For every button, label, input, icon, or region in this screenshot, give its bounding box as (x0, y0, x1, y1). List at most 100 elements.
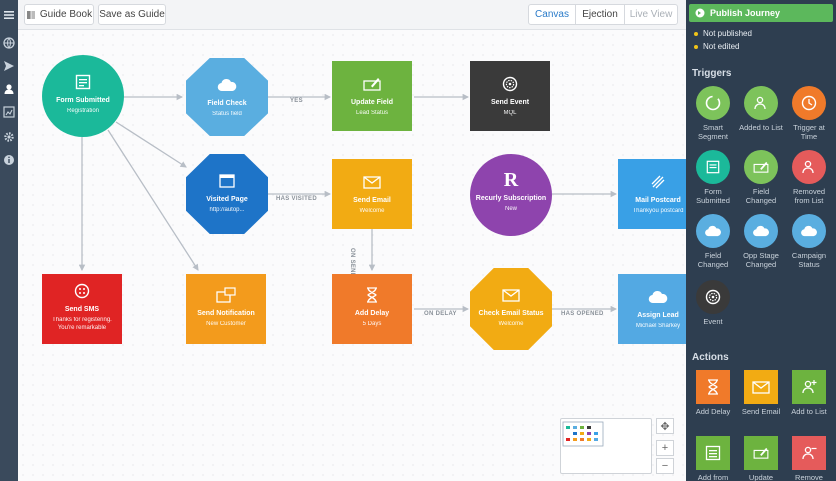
guide-book-button[interactable]: Guide Book (24, 4, 94, 25)
trigger-event[interactable]: Event (691, 280, 735, 326)
tab-live-view[interactable]: Live View (624, 4, 678, 25)
node-title: Field Check (207, 100, 247, 107)
node-check-email-status[interactable]: Check Email Status Welcome (470, 268, 552, 350)
node-title: Send Notification (197, 310, 255, 317)
gear-icon[interactable] (2, 130, 16, 144)
globe-icon[interactable] (2, 36, 16, 50)
node-subtitle: MQL (503, 110, 517, 116)
trigger-added-to-list[interactable]: Added to List (739, 86, 783, 132)
tile-label: Add Delay (695, 407, 731, 416)
zoom-out-button[interactable]: − (656, 458, 674, 474)
hourglass-icon (367, 287, 377, 303)
journey-canvas[interactable]: YES HAS VISITED ON SEND ON DELAY HAS OPE… (18, 30, 686, 481)
chart-icon[interactable] (2, 105, 16, 119)
trigger-sf-field-changed[interactable]: Field Changed (691, 214, 735, 269)
trigger-campaign-status[interactable]: Campaign Status (787, 214, 831, 269)
action-add-to-list[interactable]: Add to List (787, 370, 831, 416)
trigger-smart-segment[interactable]: Smart Segment (691, 86, 735, 141)
actions-title: Actions (692, 352, 729, 363)
list-icon (705, 445, 721, 461)
notification-icon (216, 287, 236, 303)
tab-ejection[interactable]: Ejection (575, 4, 625, 25)
trigger-form-submitted[interactable]: Form Submitted (691, 150, 735, 205)
trigger-removed-from-list[interactable]: Removed from List (787, 150, 831, 205)
node-mail-postcard[interactable]: Mail Postcard Thankyou postcard (618, 159, 686, 229)
edge-label-on-delay: ON DELAY (424, 311, 457, 317)
pan-icon[interactable]: ✥ (656, 418, 674, 434)
node-field-check[interactable]: Field Check Status field (186, 58, 268, 136)
tile-label: Removed from List (792, 187, 826, 205)
node-visited-page[interactable]: Visited Page http://autop... (186, 154, 268, 234)
node-assign-lead[interactable]: Assign Lead Michael Sharkey (618, 274, 686, 344)
tab-canvas[interactable]: Canvas (528, 4, 576, 25)
zoom-in-button[interactable]: + (656, 440, 674, 456)
guide-book-label: Guide Book (39, 9, 93, 20)
action-add-delay[interactable]: Add Delay (691, 370, 735, 416)
node-send-event[interactable]: Send Event MQL (470, 61, 550, 131)
node-update-field[interactable]: Update Field Lead Status (332, 61, 412, 131)
tile-label: Trigger at Time (793, 123, 825, 141)
cloud-icon (753, 225, 769, 237)
triggers-title: Triggers (692, 68, 732, 79)
user-remove-icon (802, 160, 814, 174)
trigger-field-changed[interactable]: Field Changed (739, 150, 783, 205)
action-update[interactable]: Update (739, 436, 783, 481)
node-subtitle: Thanks for registering. You're remarkabl… (52, 317, 112, 331)
tile-label: Campaign Status (791, 251, 827, 269)
publish-journey-label: Publish Journey (710, 8, 781, 18)
mail-icon (502, 288, 520, 302)
action-send-email[interactable]: Send Email (739, 370, 783, 416)
minimap[interactable] (560, 418, 652, 474)
node-title: Add Delay (354, 310, 390, 317)
book-icon (26, 10, 35, 19)
node-title: Send Email (353, 197, 391, 204)
connector (107, 129, 199, 271)
edit-icon (363, 78, 381, 91)
user-icon[interactable] (2, 82, 16, 96)
action-remove[interactable]: Remove (787, 436, 831, 481)
node-subtitle: Michael Sharkey (635, 323, 681, 329)
node-form-submitted[interactable]: Form Submitted Registration (42, 55, 124, 137)
tile-label: Add to List (791, 407, 827, 416)
status-text: Not edited (703, 42, 740, 51)
user-add-icon (802, 380, 817, 394)
left-nav (0, 0, 18, 481)
info-icon[interactable] (2, 153, 16, 167)
node-subtitle: Welcome (498, 321, 524, 327)
status-not-published: Not published (694, 29, 752, 38)
node-send-notification[interactable]: Send Notification New Customer (186, 274, 266, 344)
edge-label-yes: YES (290, 98, 303, 104)
hourglass-icon (708, 379, 718, 395)
recurly-icon: R (503, 169, 519, 191)
user-add-icon (754, 96, 766, 110)
trigger-opp-stage-changed[interactable]: Opp Stage Changed (739, 214, 783, 269)
toolbar: Guide Book Save as Guide Canvas Ejection… (18, 0, 686, 30)
minimap-preview (562, 421, 604, 447)
node-title: Recurly Subscription (475, 195, 547, 202)
save-as-guide-label: Save as Guide (99, 9, 165, 20)
tile-label: Remove (795, 473, 823, 481)
node-title: Update Field (350, 99, 393, 106)
browser-icon (219, 174, 235, 188)
edge-label-has-opened: HAS OPENED (561, 311, 604, 317)
tile-label: Update (748, 473, 774, 481)
user-remove-icon (802, 446, 817, 460)
palette-panel: Publish Journey Not published Not edited… (686, 0, 836, 481)
status-not-edited: Not edited (694, 42, 739, 51)
publish-journey-button[interactable]: Publish Journey (689, 4, 833, 22)
node-subtitle: New Customer (206, 321, 246, 327)
node-send-email[interactable]: Send Email Welcome (332, 159, 412, 229)
save-as-guide-button[interactable]: Save as Guide (98, 4, 166, 25)
node-send-sms[interactable]: Send SMS Thanks for registering. You're … (42, 274, 122, 344)
tile-label: Add from List (697, 473, 729, 481)
node-title: Form Submitted (56, 97, 110, 104)
node-add-delay[interactable]: Add Delay 5 Days (332, 274, 412, 344)
cloud-icon (648, 290, 668, 304)
send-icon[interactable] (2, 59, 16, 73)
trigger-at-time[interactable]: Trigger at Time (787, 86, 831, 141)
menu-icon[interactable] (2, 8, 16, 22)
edit-icon (753, 161, 769, 173)
clock-icon (801, 95, 817, 111)
action-add-from-list[interactable]: Add from List (691, 436, 735, 481)
node-recurly-subscription[interactable]: R Recurly Subscription New (470, 154, 552, 236)
